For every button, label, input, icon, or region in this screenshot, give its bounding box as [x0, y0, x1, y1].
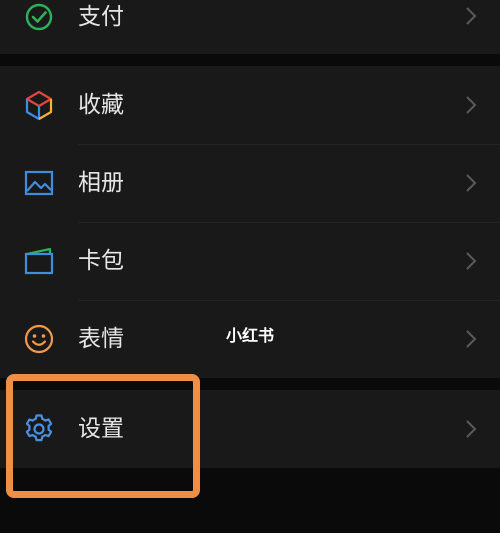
menu-item-album[interactable]: 相册	[0, 144, 500, 222]
card-wallet-icon	[24, 247, 54, 275]
pay-group: 支付	[0, 0, 500, 54]
chevron-right-icon	[466, 252, 477, 270]
menu-item-label: 支付	[78, 4, 124, 30]
menu-item-label: 收藏	[78, 92, 124, 118]
menu-item-cards[interactable]: 卡包	[0, 222, 500, 300]
wechat-me-screen: 支付 收藏 相册 卡包 表情 设置 小红书	[0, 0, 500, 533]
smiley-face-icon	[24, 324, 54, 354]
album-picture-icon	[24, 170, 54, 196]
menu-item-label: 卡包	[78, 248, 124, 274]
chevron-right-icon	[466, 7, 477, 25]
favorites-cube-icon	[25, 90, 53, 121]
menu-item-pay[interactable]: 支付	[0, 0, 500, 54]
menu-item-label: 相册	[78, 170, 124, 196]
menu-item-favorites[interactable]: 收藏	[0, 66, 500, 144]
chevron-right-icon	[466, 420, 477, 438]
chevron-right-icon	[466, 330, 477, 348]
chevron-right-icon	[466, 174, 477, 192]
wechat-pay-icon	[25, 3, 53, 31]
highlight-box	[6, 374, 200, 498]
chevron-right-icon	[466, 96, 477, 114]
xiaohongshu-watermark: 小红书	[226, 326, 275, 345]
menu-item-label: 表情	[78, 326, 124, 352]
